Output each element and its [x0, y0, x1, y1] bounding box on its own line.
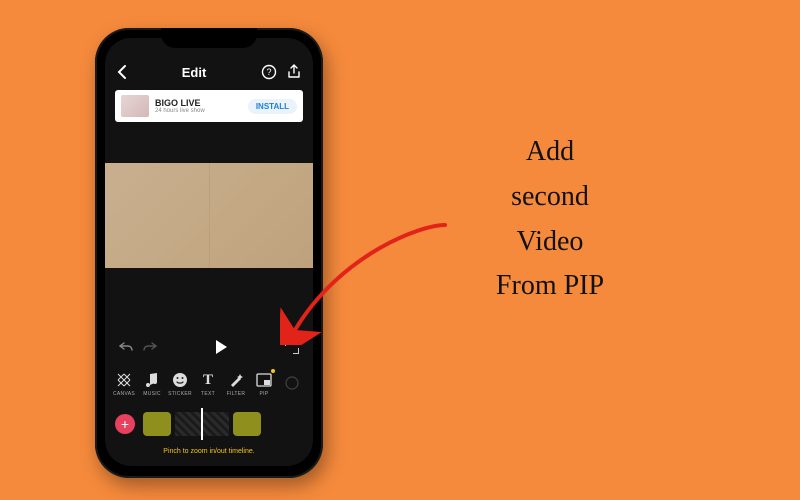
annotation-line: second: [420, 175, 680, 220]
page-title: Edit: [182, 65, 207, 80]
ad-subtitle: 24 hours live show: [155, 108, 242, 114]
ad-title: BIGO LIVE: [155, 99, 242, 108]
timeline-clip[interactable]: [233, 412, 261, 436]
undo-icon[interactable]: [119, 341, 133, 353]
playhead[interactable]: [201, 408, 203, 440]
video-preview[interactable]: [105, 163, 313, 268]
playback-row: [105, 334, 313, 360]
tool-label: TEXT: [201, 391, 215, 397]
share-icon[interactable]: [287, 64, 301, 80]
timeline[interactable]: +: [105, 408, 313, 448]
svg-text:?: ?: [266, 67, 271, 77]
timeline-clip[interactable]: [143, 412, 171, 436]
annotation-line: From PIP: [420, 264, 680, 309]
help-icon[interactable]: ?: [261, 64, 277, 80]
tool-music[interactable]: MUSIC: [139, 371, 165, 397]
tool-canvas[interactable]: CANVAS: [111, 371, 137, 397]
annotation-line: Video: [420, 220, 680, 265]
tool-sticker[interactable]: STICKER: [167, 371, 193, 397]
more-icon: [283, 374, 301, 392]
pip-icon: [255, 371, 273, 389]
ad-banner[interactable]: BIGO LIVE 24 hours live show INSTALL: [115, 90, 303, 122]
tool-text[interactable]: T TEXT: [195, 371, 221, 397]
tool-strip: CANVAS MUSIC STICKER T TEXT FILTER: [105, 364, 313, 404]
header-bar: Edit ?: [105, 56, 313, 88]
tool-label: FILTER: [227, 391, 246, 397]
fullscreen-icon[interactable]: [285, 340, 299, 354]
ad-install-button[interactable]: INSTALL: [248, 99, 297, 114]
grid-icon: [115, 371, 133, 389]
play-button[interactable]: [216, 340, 227, 354]
add-clip-button[interactable]: +: [115, 414, 135, 434]
app-screen: Edit ? BIGO LIVE 24 hours live show INST…: [105, 38, 313, 466]
smile-icon: [171, 371, 189, 389]
tool-filter[interactable]: FILTER: [223, 371, 249, 397]
phone-frame: Edit ? BIGO LIVE 24 hours live show INST…: [95, 28, 323, 478]
annotation-line: Add: [420, 130, 680, 175]
timeline-hint: Pinch to zoom in/out timeline.: [105, 448, 313, 455]
ad-thumbnail: [121, 95, 149, 117]
wand-icon: [227, 371, 245, 389]
tool-label: CANVAS: [113, 391, 135, 397]
back-icon[interactable]: [117, 65, 127, 79]
tool-pip[interactable]: PIP: [251, 371, 277, 397]
text-icon: T: [199, 371, 217, 389]
phone-notch: [161, 28, 257, 48]
tool-label: STICKER: [168, 391, 192, 397]
tool-label: MUSIC: [143, 391, 161, 397]
annotation-text: Add second Video From PIP: [420, 130, 680, 309]
note-icon: [143, 371, 161, 389]
redo-icon[interactable]: [143, 341, 157, 353]
tool-label: PIP: [260, 391, 269, 397]
badge-dot: [271, 369, 275, 373]
tool-more[interactable]: [279, 374, 305, 394]
